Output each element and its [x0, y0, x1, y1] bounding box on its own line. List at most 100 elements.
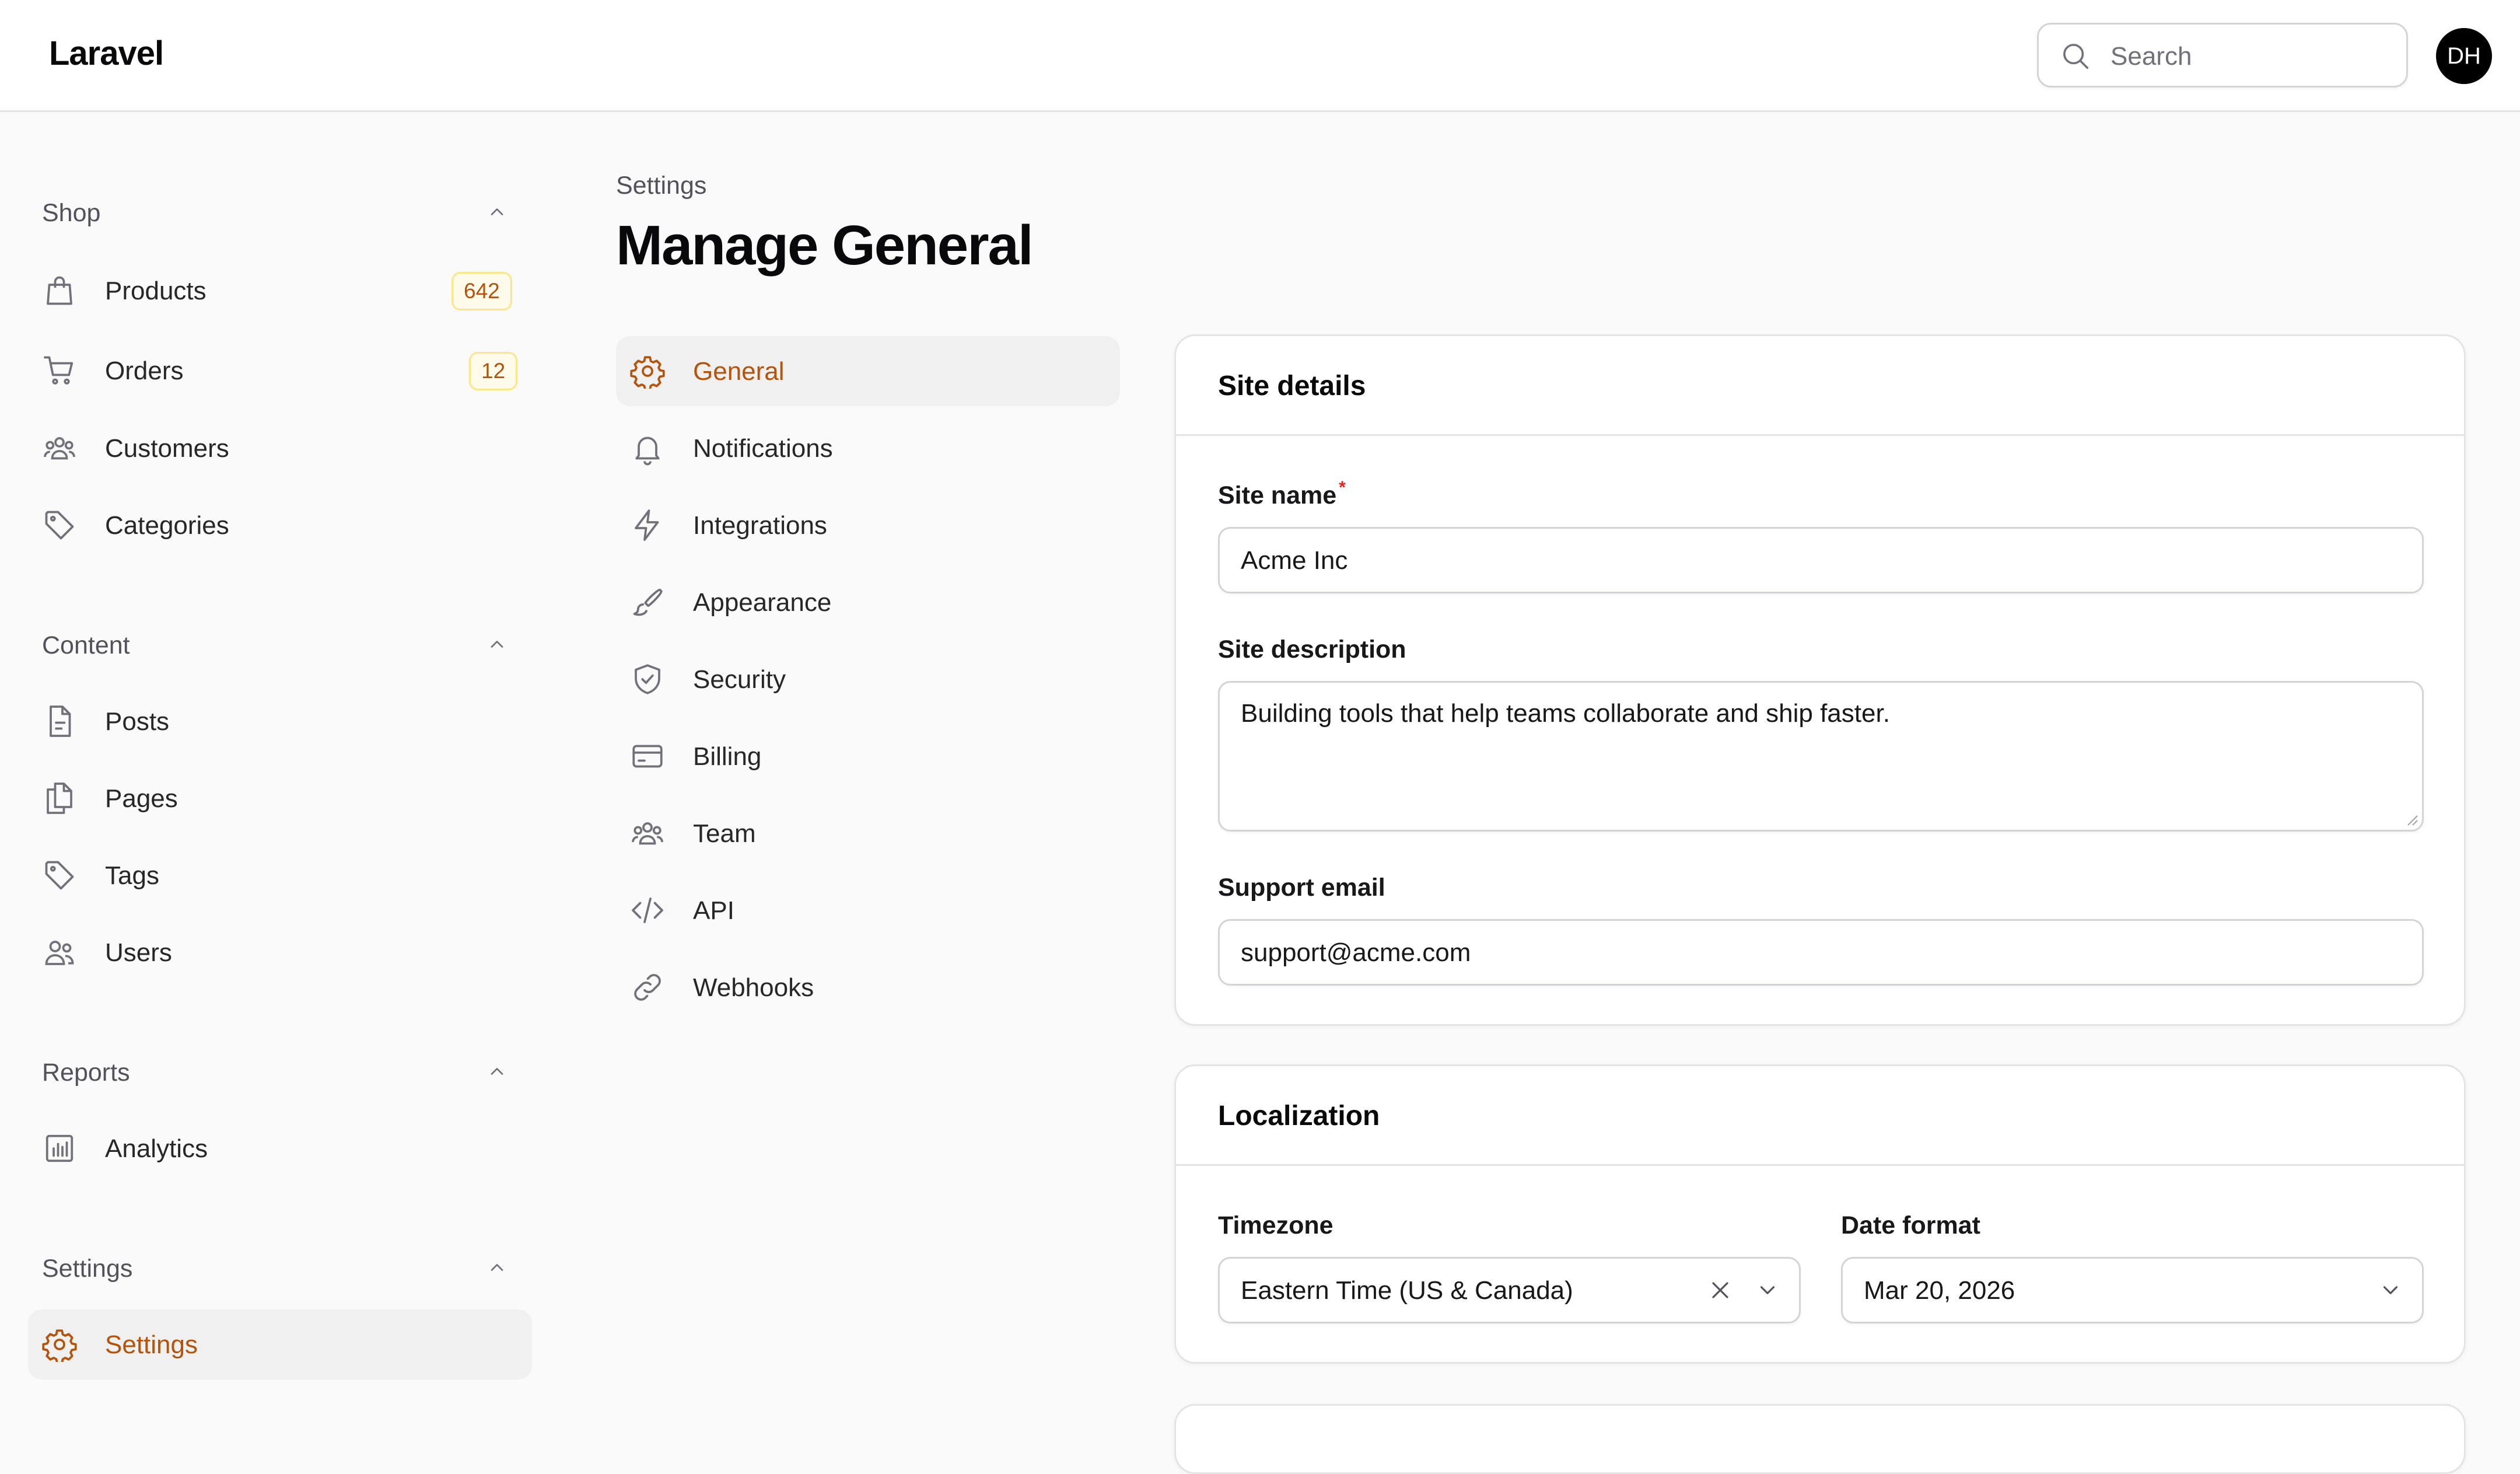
sidebar-item-posts[interactable]: Posts: [28, 686, 532, 756]
sidebar-group-shop[interactable]: Shop: [42, 194, 518, 229]
next-section-card: [1174, 1404, 2466, 1474]
sidebar-item-label: Categories: [105, 511, 229, 540]
subnav-item-billing[interactable]: Billing: [616, 721, 1120, 791]
sidebar-item-products[interactable]: Products 642: [28, 256, 532, 326]
sidebar-item-label: Users: [105, 938, 172, 967]
sidebar-item-label: Posts: [105, 707, 170, 736]
top-bar: Laravel Search DH: [0, 0, 2520, 112]
sidebar-item-label: Orders: [105, 357, 184, 385]
user-group-icon: [42, 431, 77, 466]
sidebar-item-label: Products: [105, 277, 206, 305]
site-details-card: Site details Site name * Acme Inc Site de…: [1174, 334, 2466, 1026]
date-format-label: Date format: [1841, 1211, 1980, 1239]
sidebar-group-title: Reports: [42, 1059, 130, 1087]
search-input[interactable]: Search: [2037, 23, 2408, 88]
subnav-item-label: Team: [693, 819, 756, 848]
sidebar-item-categories[interactable]: Categories: [28, 490, 532, 560]
required-asterisk: *: [1339, 478, 1346, 497]
users-icon: [42, 935, 77, 970]
localization-card: Localization Timezone Eastern Time (US &…: [1174, 1064, 2466, 1364]
subnav-item-label: Notifications: [693, 434, 833, 463]
user-group-icon: [630, 816, 665, 851]
page-title: Manage General: [616, 214, 1034, 277]
shopping-cart-icon: [42, 353, 77, 388]
cog-icon: [42, 1327, 77, 1362]
sidebar-item-customers[interactable]: Customers: [28, 413, 532, 483]
subnav-item-label: Webhooks: [693, 973, 814, 1002]
sidebar-item-label: Analytics: [105, 1134, 208, 1163]
chevron-up-icon[interactable]: [487, 634, 508, 655]
sidebar-item-label: Settings: [105, 1330, 198, 1359]
chevron-down-icon[interactable]: [1755, 1278, 1780, 1302]
document-icon: [42, 704, 77, 739]
site-name-value: Acme Inc: [1241, 546, 1348, 575]
subnav-item-appearance[interactable]: Appearance: [616, 567, 1120, 637]
subnav-item-general[interactable]: General: [616, 336, 1120, 406]
subnav-item-label: Integrations: [693, 511, 827, 540]
support-email-field[interactable]: support@acme.com: [1218, 919, 2424, 986]
subnav-item-team[interactable]: Team: [616, 798, 1120, 868]
sidebar-group-title: Content: [42, 631, 130, 659]
breadcrumb[interactable]: Settings: [616, 172, 706, 200]
chevron-up-icon[interactable]: [487, 1061, 508, 1082]
support-email-label: Support email: [1218, 874, 1385, 902]
app-logo[interactable]: Laravel: [49, 34, 164, 73]
chevron-up-icon[interactable]: [487, 1257, 508, 1278]
chart-bar-icon: [42, 1131, 77, 1166]
search-placeholder: Search: [2110, 42, 2192, 71]
search-icon: [2060, 40, 2091, 72]
sidebar-item-pages[interactable]: Pages: [28, 763, 532, 833]
date-format-select[interactable]: Mar 20, 2026: [1841, 1257, 2424, 1323]
card-header: Localization: [1176, 1066, 2464, 1166]
cog-icon: [630, 354, 665, 389]
sidebar-group-title: Settings: [42, 1255, 133, 1283]
site-description-label: Site description: [1218, 635, 1406, 663]
sidebar-group-title: Shop: [42, 199, 101, 227]
sidebar-group-content[interactable]: Content: [42, 627, 518, 662]
shield-check-icon: [630, 662, 665, 697]
sidebar-group-settings[interactable]: Settings: [42, 1250, 518, 1285]
site-description-textarea[interactable]: Building tools that help teams collabora…: [1218, 681, 2424, 832]
sidebar-item-users[interactable]: Users: [28, 917, 532, 987]
credit-card-icon: [630, 739, 665, 774]
subnav-item-notifications[interactable]: Notifications: [616, 413, 1120, 483]
card-title: Site details: [1218, 371, 1366, 401]
bell-icon: [630, 431, 665, 466]
link-icon: [630, 970, 665, 1005]
shopping-bag-icon: [42, 273, 77, 308]
chevron-down-icon[interactable]: [2378, 1278, 2403, 1302]
count-badge: 642: [452, 272, 512, 310]
sidebar-item-settings[interactable]: Settings: [28, 1309, 532, 1379]
clear-icon[interactable]: [1706, 1276, 1734, 1304]
sidebar-item-label: Customers: [105, 434, 229, 463]
subnav-item-label: Billing: [693, 742, 762, 771]
subnav-item-integrations[interactable]: Integrations: [616, 490, 1120, 560]
site-description-value: Building tools that help teams collabora…: [1241, 699, 1890, 728]
tag-icon: [42, 858, 77, 893]
subnav-item-security[interactable]: Security: [616, 644, 1120, 714]
subnav-item-api[interactable]: API: [616, 875, 1120, 945]
sidebar-item-analytics[interactable]: Analytics: [28, 1113, 532, 1183]
timezone-label: Timezone: [1218, 1211, 1334, 1239]
count-badge: 12: [469, 352, 518, 390]
sidebar-item-label: Tags: [105, 861, 159, 890]
site-name-field[interactable]: Acme Inc: [1218, 527, 2424, 593]
date-format-value: Mar 20, 2026: [1864, 1276, 2015, 1305]
sidebar-group-reports[interactable]: Reports: [42, 1054, 518, 1089]
subnav-item-webhooks[interactable]: Webhooks: [616, 952, 1120, 1022]
timezone-value: Eastern Time (US & Canada): [1241, 1276, 1573, 1305]
subnav-item-label: Security: [693, 665, 786, 694]
subnav-item-label: API: [693, 896, 734, 925]
subnav-item-label: Appearance: [693, 588, 832, 617]
subnav-item-label: General: [693, 357, 785, 386]
card-title: Localization: [1218, 1101, 1380, 1131]
avatar[interactable]: DH: [2436, 28, 2492, 84]
sidebar-item-tags[interactable]: Tags: [28, 840, 532, 910]
resize-handle-icon[interactable]: [2404, 812, 2418, 826]
sidebar-item-orders[interactable]: Orders 12: [28, 336, 532, 406]
chevron-up-icon[interactable]: [487, 201, 508, 222]
sidebar-item-label: Pages: [105, 784, 178, 813]
tag-icon: [42, 508, 77, 543]
timezone-select[interactable]: Eastern Time (US & Canada): [1218, 1257, 1801, 1323]
code-icon: [630, 893, 665, 928]
